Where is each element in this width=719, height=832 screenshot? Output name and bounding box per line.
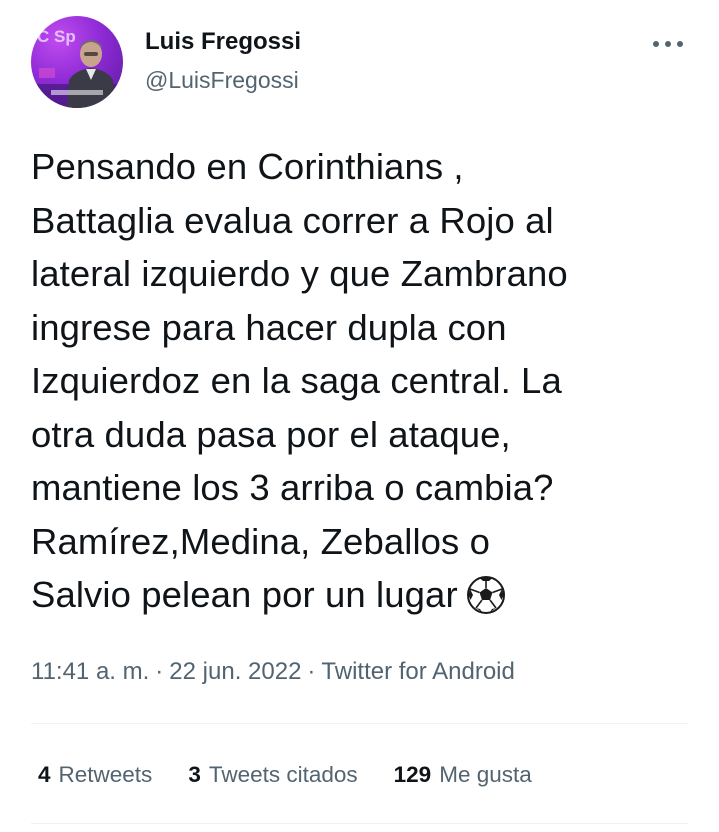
tweet-date[interactable]: 22 jun. 2022 [169, 658, 301, 685]
soccer-ball-icon [466, 575, 506, 630]
separator-dot: · [307, 658, 316, 685]
author-handle[interactable]: @LuisFregossi [145, 67, 299, 94]
tweet-source-link[interactable]: Twitter for Android [321, 658, 514, 685]
retweets-count: 4 [38, 762, 51, 787]
tweet-line-text: Salvio pelean por un lugar [31, 574, 458, 615]
avatar[interactable]: C Sp [31, 16, 123, 108]
likes-count: 129 [393, 762, 432, 787]
tweet-metadata: 11:41 a. m. · 22 jun. 2022 · Twitter for And… [31, 658, 515, 686]
tweet-line: Izquierdoz en la saga central. La [31, 360, 562, 401]
quote-tweets-label: Tweets citados [208, 762, 358, 787]
quote-tweets-count: 3 [188, 762, 201, 787]
tweet-line: Pensando en Corinthians , [31, 146, 464, 187]
tweet-line: Ramírez,Medina, Zeballos o [31, 520, 491, 562]
likes-label: Me gusta [439, 762, 532, 787]
author-name[interactable]: Luis Fregossi [145, 28, 301, 56]
svg-text:C Sp: C Sp [37, 27, 76, 46]
retweets-stat[interactable]: 4 Retweets [38, 762, 152, 788]
tweet-card: C Sp Luis Fregossi @LuisFregossi Pensand… [0, 0, 719, 832]
tweet-time[interactable]: 11:41 a. m. [31, 658, 149, 685]
tweet-line: mantiene los 3 arriba o cambia? [31, 467, 554, 508]
tweet-line-last: Salvio pelean por un lugar [31, 568, 701, 630]
divider [31, 823, 688, 824]
more-options-button[interactable] [646, 28, 690, 60]
tweet-line: Battaglia evalua correr a Rojo al [31, 199, 554, 241]
tweet-line: ingrese para hacer dupla con [31, 306, 507, 348]
likes-stat[interactable]: 129 Me gusta [394, 762, 532, 788]
tweet-line: otra duda pasa por el ataque, [31, 413, 511, 455]
divider [31, 723, 688, 724]
retweets-label: Retweets [58, 762, 153, 787]
tweet-stats: 4 Retweets 3 Tweets citados 129 Me gusta [38, 762, 568, 788]
separator-dot: · [155, 658, 164, 685]
tweet-line: lateral izquierdo y que Zambrano [31, 253, 568, 294]
tweet-text: Pensando en Corinthians , Battaglia eval… [31, 140, 701, 630]
more-options-icon [653, 41, 683, 47]
quote-tweets-stat[interactable]: 3 Tweets citados [188, 762, 357, 788]
profile-photo-icon: C Sp [31, 27, 123, 108]
